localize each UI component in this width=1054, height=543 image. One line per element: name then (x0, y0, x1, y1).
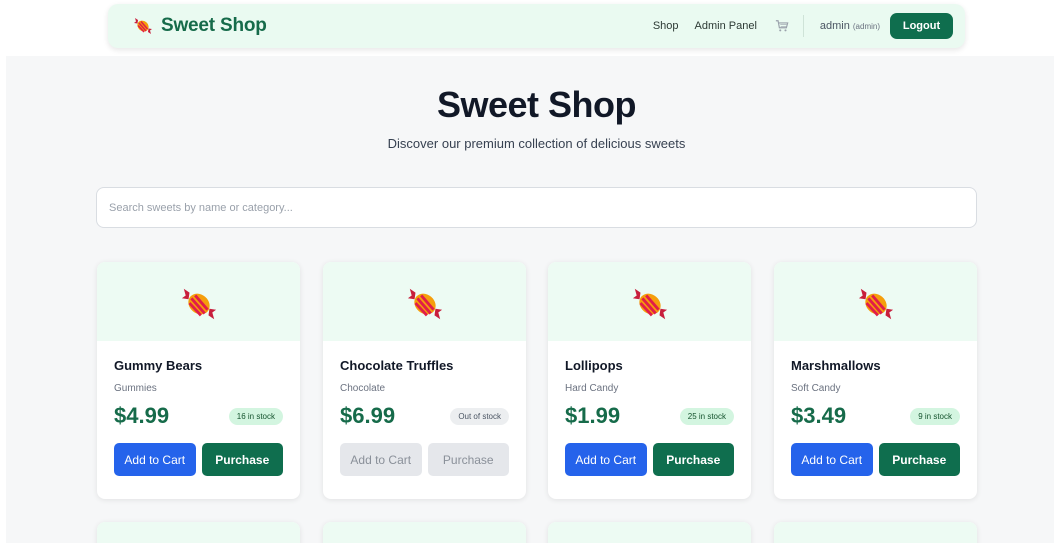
add-to-cart-button[interactable]: Add to Cart (114, 443, 196, 476)
purchase-button[interactable]: Purchase (427, 443, 509, 476)
user-role: (admin) (852, 21, 880, 31)
add-to-cart-button[interactable]: Add to Cart (565, 443, 647, 476)
product-name: Lollipops (565, 358, 623, 373)
page-subtitle: Discover our premium collection of delic… (387, 136, 686, 151)
product-media (323, 262, 526, 341)
add-to-cart-button[interactable]: Add to Cart (791, 443, 873, 476)
brand-name: Sweet Shop (161, 15, 267, 36)
brand[interactable]: Sweet Shop (133, 15, 267, 37)
stock-badge: 16 in stock (228, 407, 283, 425)
product-card: Marshmallows Soft Candy $3.49 9 in stock… (774, 262, 977, 499)
product-card-partial (323, 522, 526, 543)
product-price: $3.49 (791, 403, 847, 428)
nav-divider (802, 15, 804, 37)
page-title: Sweet Shop (436, 84, 637, 125)
product-card-partial (548, 522, 751, 543)
stock-badge: 25 in stock (679, 407, 734, 425)
product-name: Gummy Bears (114, 358, 203, 373)
candy-icon (858, 288, 893, 319)
search-input[interactable] (96, 187, 977, 228)
add-to-cart-button[interactable]: Add to Cart (340, 443, 422, 476)
user-name: admin (819, 20, 850, 32)
product-category: Chocolate (340, 383, 386, 394)
cart-icon[interactable] (775, 19, 789, 33)
product-media (323, 522, 526, 543)
product-card: Lollipops Hard Candy $1.99 25 in stock A… (548, 262, 751, 499)
product-card: Gummy Bears Gummies $4.99 16 in stock Ad… (97, 262, 300, 499)
product-media (97, 262, 300, 341)
product-name: Chocolate Truffles (340, 358, 454, 373)
product-category: Hard Candy (565, 383, 619, 394)
nav-right: Shop Admin Panel admin (admin) Logout (653, 13, 953, 39)
purchase-button[interactable]: Purchase (652, 443, 734, 476)
product-media (97, 522, 300, 543)
candy-icon (134, 18, 152, 34)
candy-icon (632, 288, 667, 319)
purchase-button[interactable]: Purchase (878, 443, 960, 476)
stock-badge: Out of stock (450, 407, 509, 425)
nav-link-shop[interactable]: Shop (653, 20, 679, 32)
product-category: Gummies (114, 383, 157, 394)
product-media (548, 522, 751, 543)
product-media (774, 522, 977, 543)
nav-link-admin-panel[interactable]: Admin Panel (695, 20, 757, 32)
stock-badge: 9 in stock (910, 407, 960, 425)
product-card-partial (97, 522, 300, 543)
product-price: $6.99 (340, 403, 396, 428)
logout-button[interactable]: Logout (890, 13, 953, 39)
product-category: Soft Candy (791, 383, 841, 394)
purchase-button[interactable]: Purchase (201, 443, 283, 476)
product-media (774, 262, 977, 341)
product-price: $1.99 (565, 403, 621, 428)
product-price: $4.99 (114, 403, 170, 428)
candy-icon (181, 288, 216, 319)
navbar: Sweet Shop Shop Admin Panel admin (admin… (108, 4, 965, 48)
product-name: Marshmallows (791, 358, 881, 373)
product-card-partial (774, 522, 977, 543)
product-media (548, 262, 751, 341)
product-card: Chocolate Truffles Chocolate $6.99 Out o… (323, 262, 526, 499)
candy-icon (407, 288, 442, 319)
